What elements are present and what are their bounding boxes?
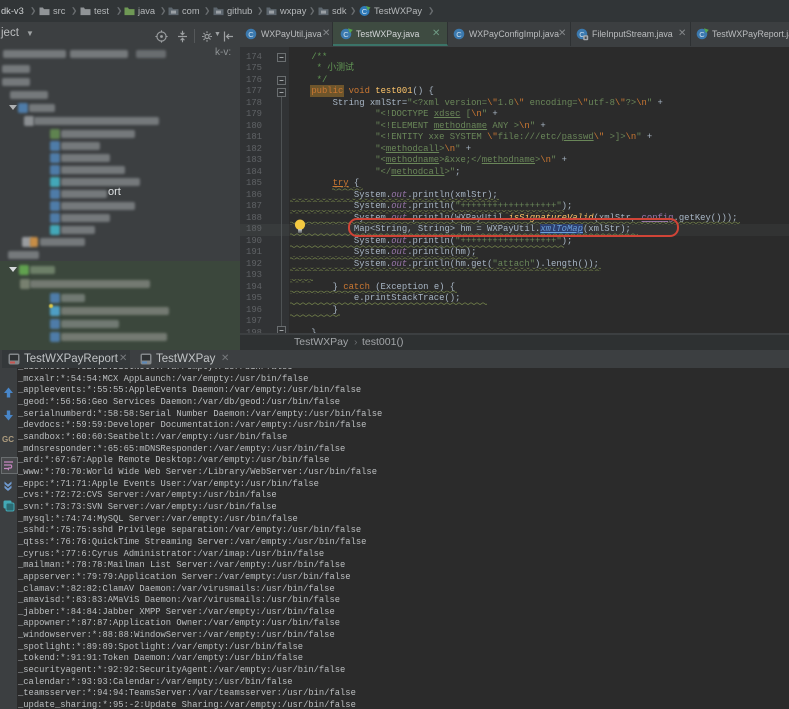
svg-text:C: C	[362, 7, 368, 16]
svg-text:C: C	[248, 30, 254, 39]
svg-text:C: C	[456, 30, 462, 39]
svg-text:C: C	[699, 30, 705, 39]
svg-text:C: C	[343, 30, 349, 39]
